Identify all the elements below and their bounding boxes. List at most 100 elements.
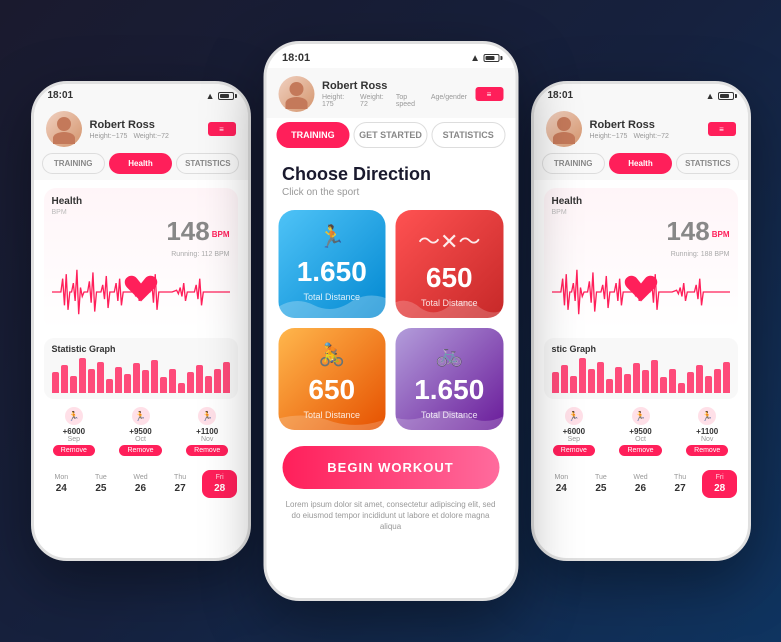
right-cal-wed-name: Wed	[625, 474, 657, 481]
bar-6	[97, 362, 104, 394]
center-profile-section: Robert Ross Height: 175 Weight: 72 Top s…	[266, 68, 515, 118]
center-swimming-icon: 〜✕〜	[408, 224, 492, 256]
right-bar-2	[561, 365, 568, 393]
left-tab-training[interactable]: TRAINING	[42, 153, 105, 174]
right-cal-tue[interactable]: Tue 25	[583, 470, 619, 498]
right-cal-mon[interactable]: Mon 24	[544, 470, 580, 498]
right-bar-5	[588, 369, 595, 394]
right-bar-12	[651, 360, 658, 393]
center-sport-card-swimming[interactable]: 〜✕〜 650 Total Distance	[396, 210, 504, 318]
center-begin-workout-btn[interactable]: BEGIN WORKOUT	[282, 446, 499, 489]
center-time: 18:01	[282, 52, 310, 64]
right-cal-wed-num: 26	[625, 483, 657, 494]
right-tab-statistics[interactable]: STATISTICS	[676, 153, 739, 174]
center-tab-statistics[interactable]: STATISTICS	[431, 122, 505, 148]
right-bar-19	[714, 369, 721, 394]
center-sport-card-bike[interactable]: 🚲 1.650 Total Distance	[396, 328, 504, 430]
left-calendar: Mon 24 Tue 25 Wed 26 Thu 27 Fri 28	[34, 464, 248, 504]
left-status-bar: 18:01 ▲	[34, 84, 248, 103]
left-remove-oct[interactable]: Remove	[119, 445, 161, 456]
left-month-label-oct: Oct	[110, 436, 171, 443]
right-cal-wed[interactable]: Wed 26	[623, 470, 659, 498]
left-month-oct: 🏃 +9500 Oct Remove	[110, 407, 171, 458]
right-bpm-row: 148 BPM	[552, 216, 730, 247]
bar-1	[52, 372, 59, 393]
left-cal-mon-num: 24	[46, 483, 78, 494]
center-choose-sub: Click on the sport	[266, 187, 515, 210]
right-remove-oct[interactable]: Remove	[619, 445, 661, 456]
center-tab-training[interactable]: TRAINING	[276, 122, 350, 148]
left-cal-mon[interactable]: Mon 24	[44, 470, 80, 498]
right-calendar: Mon 24 Tue 25 Wed 26 Thu 27 Fri 28	[534, 464, 748, 504]
center-profile-stats: Height: 175 Weight: 72 Top speed Age/gen…	[322, 94, 467, 108]
left-cal-thu[interactable]: Thu 27	[162, 470, 198, 498]
left-cal-fri[interactable]: Fri 28	[202, 470, 238, 498]
left-monthly-stats: 🏃 +6000 Sep Remove 🏃 +9500 Oct Remove 🏃 …	[34, 407, 248, 458]
right-month-value-oct: +9500	[610, 427, 671, 436]
right-cal-tue-name: Tue	[585, 474, 617, 481]
left-bpm-note: Running: 112 BPM	[52, 251, 230, 258]
right-phone: 18:01 ▲ Robert Ross Height:~175 Weight:~…	[531, 81, 751, 561]
right-heart-icon	[623, 274, 659, 311]
right-month-value-nov: +1100	[677, 427, 738, 436]
left-cal-thu-num: 27	[164, 483, 196, 494]
right-remove-sep[interactable]: Remove	[553, 445, 595, 456]
center-tab-get-started[interactable]: GET STARTED	[354, 122, 428, 148]
right-avatar	[546, 111, 582, 147]
bar-13	[160, 377, 167, 393]
left-tab-statistics[interactable]: STATISTICS	[176, 153, 239, 174]
right-tab-training[interactable]: TRAINING	[542, 153, 605, 174]
center-choose-title: Choose Direction	[266, 156, 515, 187]
left-profile-stat-1: Height:~175	[90, 133, 128, 140]
bar-14	[169, 369, 176, 394]
left-health-sub: BPM	[52, 209, 230, 216]
right-remove-nov[interactable]: Remove	[686, 445, 728, 456]
center-sport-card-running[interactable]: 🏃 1.650 Total Distance	[278, 210, 386, 318]
right-cal-mon-name: Mon	[546, 474, 578, 481]
center-cycling-icon: 🚴	[290, 342, 374, 368]
left-health-title: Health	[52, 196, 230, 207]
right-month-icon-oct: 🏃	[632, 407, 650, 425]
left-profile-menu-btn[interactable]	[208, 122, 236, 136]
right-profile-stats: Height:~175 Weight:~72	[590, 133, 700, 140]
right-cal-fri[interactable]: Fri 28	[702, 470, 738, 498]
center-avatar	[278, 76, 314, 112]
right-month-label-sep: Sep	[544, 436, 605, 443]
center-profile-menu-btn[interactable]	[475, 87, 503, 101]
bar-5	[88, 369, 95, 394]
right-monthly-stats: 🏃 +6000 Sep Remove 🏃 +9500 Oct Remove 🏃 …	[534, 407, 748, 458]
left-cal-mon-name: Mon	[46, 474, 78, 481]
right-tab-health[interactable]: Health	[609, 153, 672, 174]
left-cal-wed-num: 26	[125, 483, 157, 494]
right-profile-name: Robert Ross	[590, 119, 700, 131]
left-cal-tue[interactable]: Tue 25	[83, 470, 119, 498]
bar-20	[223, 362, 230, 394]
right-cal-thu[interactable]: Thu 27	[662, 470, 698, 498]
right-status-icons: ▲	[706, 91, 734, 101]
center-phone: 18:01 ▲ Robert Ross Height: 175 Weight: …	[263, 41, 518, 601]
right-month-label-oct: Oct	[610, 436, 671, 443]
right-bar-15	[678, 383, 685, 394]
battery-icon	[218, 92, 234, 100]
center-status-bar: 18:01 ▲	[266, 44, 515, 68]
right-bpm-note: Running: 188 BPM	[552, 251, 730, 258]
right-health-card: Health BPM 148 BPM Running: 188 BPM	[544, 188, 738, 330]
right-bar-13	[660, 377, 667, 393]
right-cal-fri-num: 28	[704, 483, 736, 494]
bar-10	[133, 363, 140, 393]
center-lorem-text: Lorem ipsum dolor sit amet, consectetur …	[266, 499, 515, 533]
center-sport-card-cycling[interactable]: 🚴 650 Total Distance	[278, 328, 386, 430]
left-bpm-row: 148 BPM	[52, 216, 230, 247]
center-signal-icon: ▲	[470, 53, 480, 64]
right-month-oct: 🏃 +9500 Oct Remove	[610, 407, 671, 458]
left-month-nov: 🏃 +1100 Nov Remove	[177, 407, 238, 458]
left-remove-nov[interactable]: Remove	[186, 445, 228, 456]
left-remove-sep[interactable]: Remove	[53, 445, 95, 456]
bar-16	[187, 372, 194, 393]
left-tab-health[interactable]: Health	[109, 153, 172, 174]
right-cal-fri-name: Fri	[704, 474, 736, 481]
left-cal-wed[interactable]: Wed 26	[123, 470, 159, 498]
signal-icon: ▲	[206, 91, 215, 101]
left-phone: 18:01 ▲ Robert Ross Height:~175 Weight:~…	[31, 81, 251, 561]
right-profile-menu-btn[interactable]	[708, 122, 736, 136]
